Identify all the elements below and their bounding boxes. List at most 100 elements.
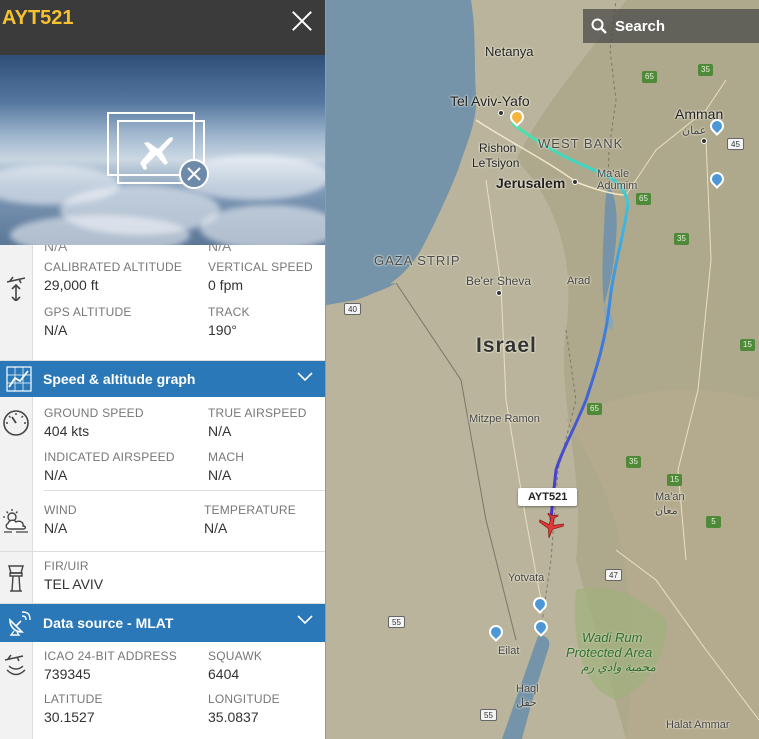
indicated-airspeed-label: INDICATED AIRSPEED	[44, 450, 175, 464]
close-button[interactable]	[291, 9, 313, 31]
road-shield: 35	[626, 456, 641, 468]
road-shield: 65	[636, 193, 651, 205]
road-shield: 15	[667, 474, 682, 486]
map-search-box[interactable]: Search	[583, 9, 759, 43]
map-label-rishon: Rishon	[479, 141, 517, 155]
aircraft-photo-placeholder	[0, 55, 325, 245]
latitude-value: 30.1527	[44, 709, 95, 725]
map-label-israel: Israel	[476, 334, 537, 357]
map-label-yotvata: Yotvata	[508, 572, 545, 584]
wind-label: WIND	[44, 503, 77, 517]
map-label-wadi-rum-ar: محمية وادي رم	[581, 660, 656, 674]
longitude-value: 35.0837	[208, 709, 259, 725]
chevron-down-icon	[297, 372, 313, 382]
temperature-value: N/A	[204, 520, 228, 536]
true-airspeed-value: N/A	[208, 423, 232, 439]
city-dot	[496, 290, 502, 296]
latitude-label: LATITUDE	[44, 692, 103, 706]
data-source-label: Data source - MLAT	[43, 615, 174, 631]
calibrated-altitude-label: CALIBRATED ALTITUDE	[44, 260, 183, 274]
map-label-maale: Ma'ale	[597, 168, 630, 180]
squawk-value: 6404	[208, 666, 240, 682]
calibrated-altitude-value: 29,000 ft	[44, 277, 99, 293]
map-label-maan-ar: معان	[655, 505, 678, 517]
ground-speed-label: GROUND SPEED	[44, 406, 144, 420]
control-tower-icon	[8, 565, 24, 592]
search-icon	[591, 18, 607, 34]
icao-address-value: 739345	[44, 666, 91, 682]
ground-speed-value: 404 kts	[44, 423, 90, 439]
road-shield: 40	[344, 303, 361, 315]
road-shield: 47	[605, 569, 622, 581]
speedometer-icon	[3, 410, 29, 436]
temperature-label: TEMPERATURE	[204, 503, 296, 517]
speed-altitude-graph-toggle[interactable]: Speed & altitude graph	[0, 361, 325, 397]
weather-section: WIND N/A TEMPERATURE N/A	[0, 496, 325, 552]
map-label-mitzpe: Mitzpe Ramon	[469, 413, 540, 425]
gps-altitude-label: GPS ALTITUDE	[44, 305, 132, 319]
mach-value: N/A	[208, 467, 232, 483]
fir-section: FIR/UIR TEL AVIV	[0, 552, 325, 604]
satellite-dish-icon	[8, 611, 31, 636]
aircraft-icon[interactable]	[538, 513, 564, 539]
map-label-haql-ar: حقل	[516, 697, 537, 709]
map-label-maan: Ma'an	[655, 491, 685, 503]
altitude-section: N/A N/A CALIBRATED ALTITUDE 29,000 ft VE…	[0, 238, 325, 361]
city-dot	[572, 179, 578, 185]
road-shield: 45	[727, 138, 744, 150]
speed-section: GROUND SPEED 404 kts TRUE AIRSPEED N/A I…	[0, 397, 325, 496]
map-label-gaza: GAZA STRIP	[374, 253, 461, 268]
road-shield: 15	[740, 339, 755, 351]
road-shield: 55	[388, 616, 405, 628]
road-shield: 65	[587, 403, 602, 415]
road-shield: 5	[706, 516, 721, 528]
map-label-wadi-rum: Wadi Rum	[582, 630, 643, 645]
flight-callsign-tag[interactable]: AYT521	[518, 488, 578, 506]
graph-icon	[5, 366, 32, 392]
icao-address-label: ICAO 24-BIT ADDRESS	[44, 649, 177, 663]
map-label-tel-aviv: Tel Aviv-Yafo	[450, 93, 530, 109]
city-dot	[498, 110, 504, 116]
speed-altitude-graph-label: Speed & altitude graph	[43, 371, 196, 387]
data-source-section: ICAO 24-BIT ADDRESS 739345 SQUAWK 6404 L…	[0, 642, 325, 739]
flight-map[interactable]: Netanya Tel Aviv-Yafo Rishon LeTsiyon WE…	[326, 0, 759, 739]
vertical-speed-value: 0 fpm	[208, 277, 244, 293]
fir-uir-label: FIR/UIR	[44, 559, 89, 573]
flight-details-panel: AYT521 N/A N/A CALIBRATED ALTITUDE 29,00…	[0, 0, 326, 739]
altitude-icon	[6, 276, 26, 301]
road-shield: 35	[674, 233, 689, 245]
map-label-protected-area: Protected Area	[566, 645, 653, 660]
map-label-west-bank: WEST BANK	[538, 136, 624, 151]
true-airspeed-label: TRUE AIRSPEED	[208, 406, 307, 420]
track-label: TRACK	[208, 305, 250, 319]
fir-uir-value: TEL AVIV	[44, 576, 104, 592]
chevron-down-icon	[297, 615, 313, 625]
wind-value: N/A	[44, 520, 68, 536]
vertical-speed-label: VERTICAL SPEED	[208, 260, 313, 274]
transponder-icon	[4, 654, 26, 676]
weather-icon	[3, 509, 28, 533]
map-label-jerusalem: Jerusalem	[496, 175, 566, 191]
data-source-toggle[interactable]: Data source - MLAT	[0, 604, 325, 642]
map-label-eilat: Eilat	[498, 645, 520, 657]
map-label-halat-ammar: Halat Ammar	[666, 719, 730, 731]
road-shield: 35	[698, 64, 713, 76]
road-shield: 55	[480, 709, 497, 721]
map-label-letsiyon: LeTsiyon	[472, 156, 520, 170]
map-label-haql: Haql	[516, 683, 539, 695]
road-shield: 65	[642, 71, 657, 83]
map-label-arad: Arad	[567, 275, 591, 287]
map-label-beer-sheva: Be'er Sheva	[466, 274, 531, 288]
search-label: Search	[615, 17, 666, 35]
indicated-airspeed-value: N/A	[44, 467, 68, 483]
map-label-amman-ar: عمان	[682, 125, 707, 137]
mach-label: MACH	[208, 450, 245, 464]
flight-callsign: AYT521	[2, 7, 74, 29]
map-label-adumim: Adumim	[597, 180, 638, 192]
squawk-label: SQUAWK	[208, 649, 263, 663]
longitude-label: LONGITUDE	[208, 692, 280, 706]
panel-header: AYT521	[0, 0, 325, 55]
track-value: 190°	[208, 322, 237, 338]
gps-altitude-value: N/A	[44, 322, 68, 338]
map-label-netanya: Netanya	[485, 44, 534, 59]
